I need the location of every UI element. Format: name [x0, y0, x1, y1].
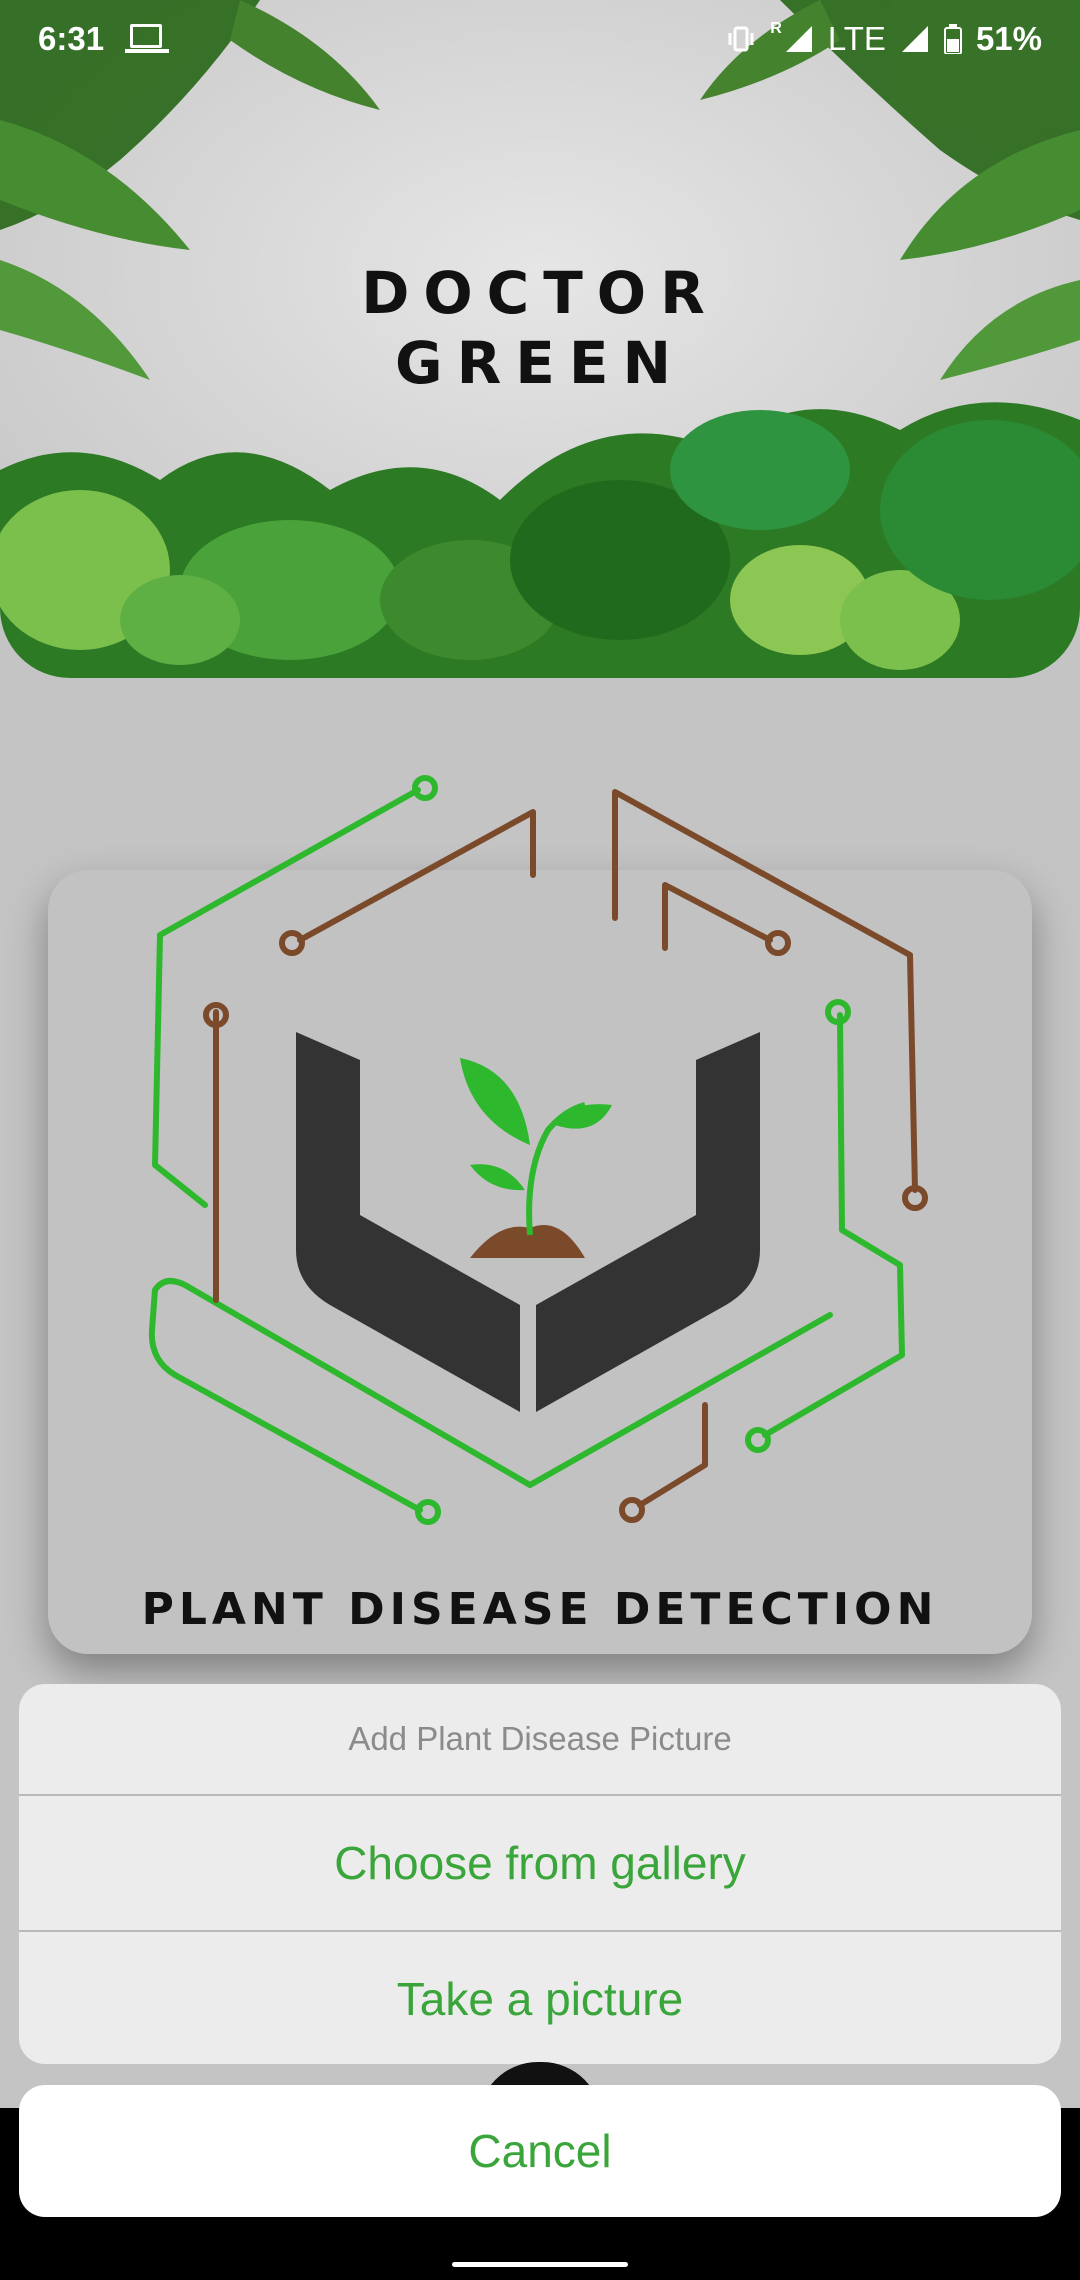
circuit-brown-1 [297, 809, 536, 943]
circuit-brown-3 [662, 882, 773, 951]
leaf-1 [460, 1058, 530, 1145]
choose-from-gallery-button[interactable]: Choose from gallery [19, 1796, 1061, 1932]
leaf-2 [555, 1104, 612, 1129]
circuit-green-2 [762, 1012, 905, 1438]
plant-logo-icon [148, 775, 928, 1525]
take-picture-button[interactable]: Take a picture [19, 1932, 1061, 2064]
cancel-button[interactable]: Cancel [19, 2085, 1061, 2217]
leaf-3 [470, 1164, 525, 1191]
circuit-green-1 [152, 787, 421, 1208]
action-sheet-title: Add Plant Disease Picture [19, 1684, 1061, 1796]
logo-caption: PLANT DISEASE DETECTION [141, 1584, 939, 1635]
home-indicator[interactable] [452, 2262, 628, 2267]
circuit-brown-2 [612, 789, 918, 1193]
action-sheet: Add Plant Disease Picture Choose from ga… [19, 1684, 1061, 2064]
shield-right [536, 1032, 760, 1412]
